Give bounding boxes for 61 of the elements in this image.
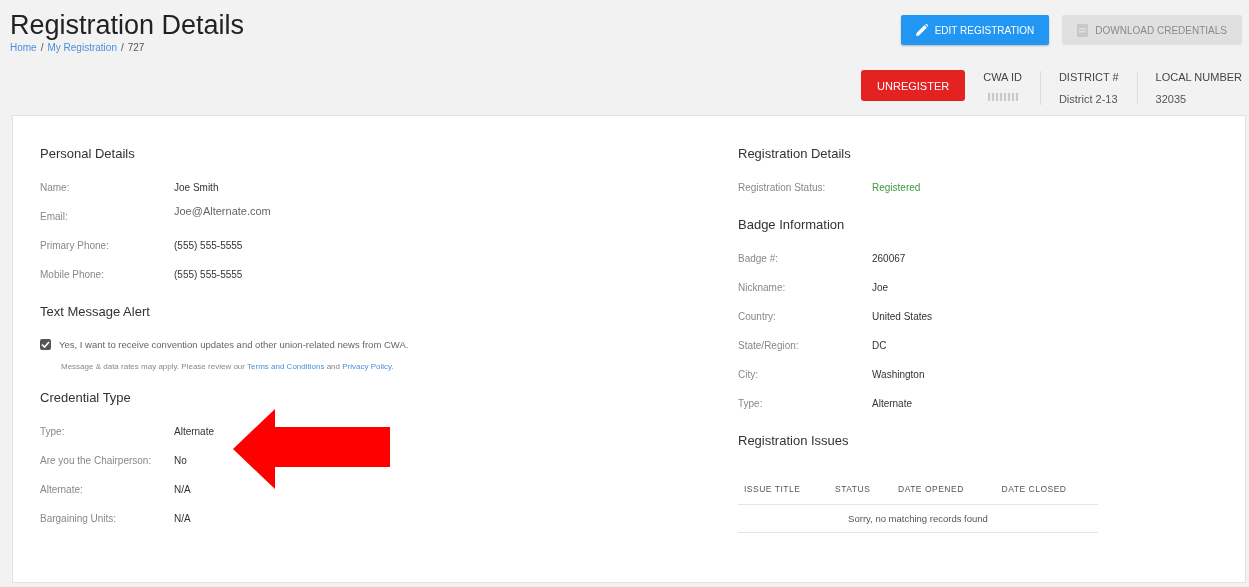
stat-label: LOCAL NUMBER	[1155, 71, 1242, 83]
empty-message: Sorry, no matching records found	[738, 504, 1098, 533]
breadcrumb-link[interactable]: Home	[10, 42, 37, 53]
column-header: STATUS	[829, 478, 892, 505]
field-label: Registration Status:	[738, 181, 827, 195]
stat-value: 32035	[1155, 93, 1188, 105]
breadcrumb-separator: /	[120, 42, 124, 53]
checkbox[interactable]	[40, 339, 51, 350]
field-value: 260067	[872, 252, 907, 266]
field-label: Type:	[40, 425, 66, 439]
stat-label: DISTRICT #	[1058, 71, 1119, 83]
page-title: Registration Details	[10, 10, 245, 40]
field-value: N/A	[174, 512, 192, 526]
stat-value: District 2-13	[1058, 93, 1119, 105]
unregister-button[interactable]: UNREGISTER	[861, 70, 966, 101]
pencil-icon	[915, 24, 928, 36]
section-heading: Badge Information	[738, 216, 846, 234]
section-heading: Personal Details	[40, 145, 136, 163]
field-label: Type:	[738, 397, 764, 411]
field-label: State/Region:	[738, 339, 800, 353]
breadcrumb-separator: /	[40, 42, 44, 53]
field-label: City:	[738, 368, 759, 382]
field-value: United States	[872, 310, 934, 324]
column-header: DATE OPENED	[892, 478, 996, 505]
field-value: No	[174, 454, 188, 468]
document-icon	[1077, 23, 1089, 37]
field-value: Joe	[872, 281, 890, 295]
field-value: N/A	[174, 483, 192, 497]
disclaimer-text: Message & data rates may apply. Please review our Terms and Conditions and Privacy Policy.	[61, 362, 395, 371]
field-label: Nickname:	[738, 281, 787, 295]
field-value: Washington	[872, 368, 926, 382]
edit-registration-button[interactable]: EDIT REGISTRATION	[900, 15, 1050, 45]
field-label: Badge #:	[738, 252, 780, 266]
field-label: Alternate:	[40, 483, 84, 497]
field-value: Alternate	[872, 397, 914, 411]
field-value: (555) 555-5555	[174, 239, 244, 253]
field-value: Registered	[872, 181, 922, 195]
field-label: Name:	[40, 181, 71, 195]
field-label: Primary Phone:	[40, 239, 110, 253]
column-header: ISSUE TITLE	[738, 478, 830, 505]
field-value: Joe Smith	[174, 181, 220, 195]
section-heading: Text Message Alert	[40, 303, 151, 321]
field-label: Country:	[738, 310, 777, 324]
section-heading: Credential Type	[40, 389, 132, 407]
field-label: Mobile Phone:	[40, 268, 105, 282]
stat-label: CWA ID	[983, 71, 1022, 83]
column-header: DATE CLOSED	[995, 478, 1098, 505]
field-value: (555) 555-5555	[174, 268, 244, 282]
policy-link[interactable]: Terms and Conditions	[247, 362, 325, 371]
section-heading: Registration Details	[738, 145, 852, 163]
breadcrumb-current: 727	[127, 42, 145, 53]
field-label: Email:	[40, 210, 69, 224]
field-value: DC	[872, 339, 888, 353]
consent-label: Yes, I want to receive convention updates and other union-related news from CWA.	[59, 339, 409, 350]
blurred-value	[987, 93, 1018, 101]
field-label: Bargaining Units:	[40, 512, 118, 526]
breadcrumb-link[interactable]: My Registration	[47, 42, 117, 53]
section-heading: Registration Issues	[738, 432, 850, 450]
field-label: Are you the Chairperson:	[40, 454, 153, 468]
field-value: Alternate	[174, 425, 216, 439]
field-value: Joe@Alternate.com	[174, 204, 272, 219]
